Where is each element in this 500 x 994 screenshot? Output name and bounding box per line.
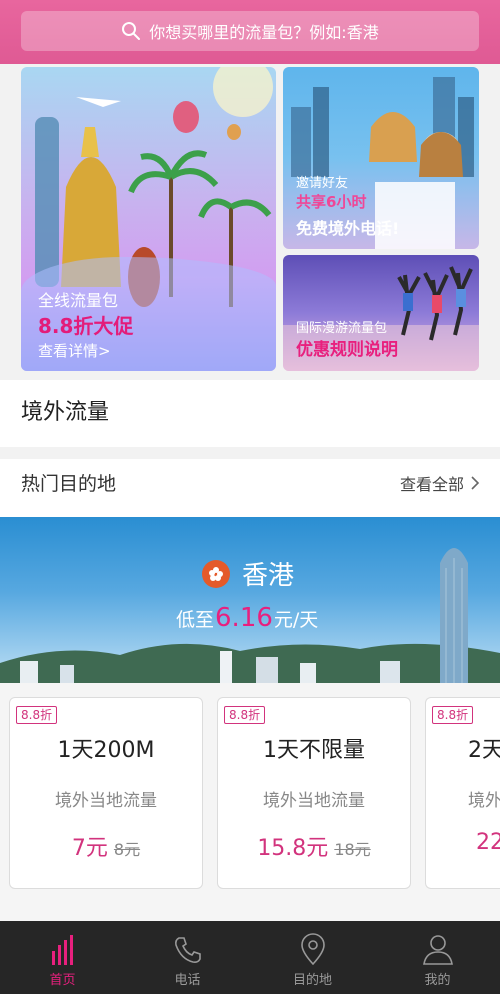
invite-hours: 6小时 xyxy=(326,193,367,211)
banner-area: 全线流量包 8.8折大促 查看详情> 邀请好友 共享6小时 免费境外电话! 国际… xyxy=(0,64,500,380)
view-all-label: 查看全部 xyxy=(399,475,464,494)
product-name: 1天不限量 xyxy=(263,738,365,763)
product-price: 22 xyxy=(476,830,500,855)
discount-badge: 8.8折 xyxy=(224,706,266,724)
bottom-tab-bar: 首页 电话 目的地 我的 xyxy=(0,921,500,994)
section-title: 境外流量 xyxy=(21,400,110,425)
search-input[interactable]: 你想买哪里的流量包？例如:香港 xyxy=(21,11,479,51)
discount-badge: 8.8折 xyxy=(432,706,474,724)
phone-icon xyxy=(174,937,201,963)
tab-home-label: 首页 xyxy=(49,973,76,988)
destination-name: 香港 xyxy=(242,561,295,591)
product-desc: 境外 xyxy=(468,791,500,811)
tab-phone-label: 电话 xyxy=(174,973,201,988)
invite-line1: 邀请好友 xyxy=(296,176,349,191)
price-value: 6.16 xyxy=(215,603,273,633)
chevron-right-icon xyxy=(471,476,480,490)
product-desc: 境外当地流量 xyxy=(263,791,365,811)
search-icon xyxy=(122,22,141,40)
invite-share-label: 共享 xyxy=(296,193,327,211)
product-card[interactable]: 8.8折 2天 境外 22 xyxy=(425,697,500,889)
destination-title: 香港 xyxy=(202,555,294,592)
promo-banner-main[interactable]: 全线流量包 8.8折大促 查看详情> xyxy=(21,67,276,371)
bars-icon xyxy=(51,935,73,965)
product-old-price: 8元 xyxy=(113,840,141,859)
roaming-line2: 优惠规则说明 xyxy=(296,340,398,360)
product-prices: 22 xyxy=(476,830,500,855)
ifc-tower-illustration xyxy=(440,548,468,683)
price-suffix: 元/天 xyxy=(273,609,319,631)
product-old-price: 18元 xyxy=(334,840,371,859)
product-cards: 8.8折 1天200M 境外当地流量 7元 8元 8.8折 1天不限量 境外当地… xyxy=(0,683,500,921)
app-page: 你想买哪里的流量包？例如:香港 全线流量包 8.8折大促 查看详情> 邀请好友 … xyxy=(0,0,500,994)
header: 你想买哪里的流量包？例如:香港 xyxy=(0,0,500,64)
product-prices: 15.8元 18元 xyxy=(218,830,410,862)
invite-line3: 免费境外电话! xyxy=(296,219,400,238)
product-price: 15.8元 xyxy=(257,836,329,861)
product-desc: 境外当地流量 xyxy=(55,791,157,811)
promo-banner-roaming[interactable]: 国际漫游流量包 优惠规则说明 xyxy=(283,255,479,371)
invite-line2: 共享6小时 xyxy=(296,191,366,212)
promo-main-details-link[interactable]: 查看详情> xyxy=(38,340,111,361)
hot-destinations-header: 热门目的地 查看全部 xyxy=(0,459,500,517)
location-pin-icon xyxy=(300,933,325,965)
tab-profile[interactable]: 我的 xyxy=(375,921,500,994)
product-prices: 7元 8元 xyxy=(10,830,202,862)
hot-destinations-label: 热门目的地 xyxy=(21,473,117,495)
view-all-link[interactable]: 查看全部 xyxy=(400,471,480,495)
price-prefix: 低至 xyxy=(176,609,215,631)
discount-badge: 8.8折 xyxy=(16,706,58,724)
promo-main-line2: 8.8折大促 xyxy=(38,314,134,338)
product-price: 7元 xyxy=(71,836,108,861)
person-icon xyxy=(422,935,453,965)
roaming-line1: 国际漫游流量包 xyxy=(296,321,388,336)
tab-destination-label: 目的地 xyxy=(292,973,332,988)
tab-profile-label: 我的 xyxy=(424,973,451,988)
product-card[interactable]: 8.8折 1天200M 境外当地流量 7元 8元 xyxy=(9,697,203,889)
tab-home[interactable]: 首页 xyxy=(0,921,125,994)
destination-price: 低至 6.16 元/天 xyxy=(176,603,318,633)
destination-hero[interactable]: 香港 低至 6.16 元/天 xyxy=(0,517,500,683)
product-name: 1天200M xyxy=(57,738,155,763)
section-divider xyxy=(0,447,500,459)
product-name: 2天 xyxy=(468,738,500,763)
tab-destination[interactable]: 目的地 xyxy=(250,921,375,994)
promo-banner-invite[interactable]: 邀请好友 共享6小时 免费境外电话! xyxy=(283,67,479,249)
tab-phone[interactable]: 电话 xyxy=(125,921,250,994)
promo-main-line1: 全线流量包 xyxy=(38,291,119,310)
product-card[interactable]: 8.8折 1天不限量 境外当地流量 15.8元 18元 xyxy=(217,697,411,889)
search-placeholder: 你想买哪里的流量包？例如:香港 xyxy=(149,23,379,42)
hong-kong-flag-icon xyxy=(202,559,230,588)
